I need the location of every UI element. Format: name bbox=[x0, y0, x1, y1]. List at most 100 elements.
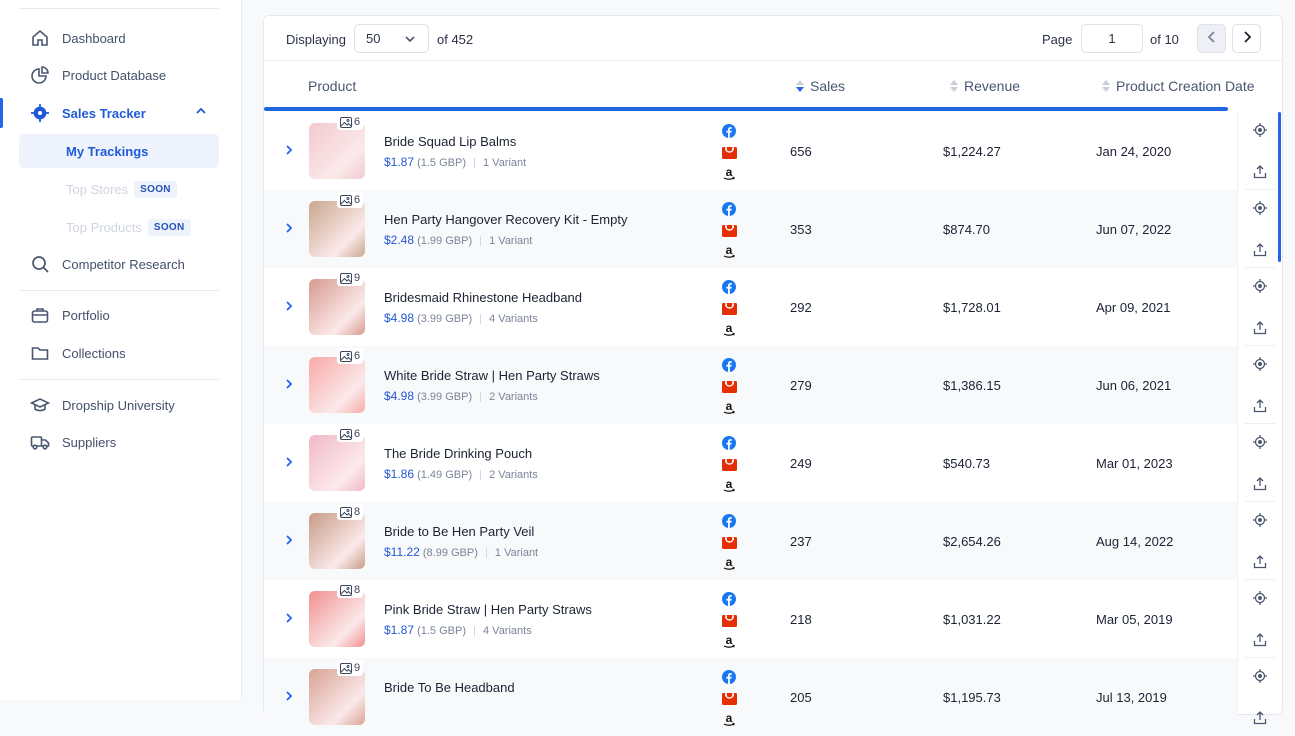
share-export-icon[interactable] bbox=[1252, 710, 1268, 726]
product-name[interactable]: Bride To Be Headband bbox=[384, 680, 515, 695]
track-target-icon[interactable] bbox=[1252, 512, 1268, 528]
track-target-icon[interactable] bbox=[1252, 200, 1268, 216]
share-export-icon[interactable] bbox=[1252, 632, 1268, 648]
product-thumbnail[interactable] bbox=[309, 669, 365, 725]
expand-row-chevron-icon[interactable] bbox=[284, 612, 294, 627]
page-number-input[interactable]: 1 bbox=[1081, 24, 1143, 53]
track-target-icon[interactable] bbox=[1252, 278, 1268, 294]
facebook-icon[interactable] bbox=[721, 123, 737, 139]
meta-divider bbox=[480, 314, 482, 325]
graduation-cap-icon bbox=[29, 394, 51, 416]
expand-row-chevron-icon[interactable] bbox=[284, 690, 294, 705]
facebook-icon[interactable] bbox=[721, 435, 737, 451]
product-thumbnail[interactable] bbox=[309, 435, 365, 491]
product-name[interactable]: Bridesmaid Rhinestone Headband bbox=[384, 290, 582, 305]
product-name[interactable]: Bride Squad Lip Balms bbox=[384, 134, 516, 149]
table-row[interactable]: 9 Bridesmaid Rhinestone Headband $4.98 (3.… bbox=[264, 268, 1237, 346]
sidebar-item-competitor-research[interactable]: Competitor Research bbox=[19, 246, 219, 282]
next-page-button[interactable] bbox=[1232, 24, 1261, 53]
track-target-icon[interactable] bbox=[1252, 434, 1268, 450]
product-name[interactable]: The Bride Drinking Pouch bbox=[384, 446, 532, 461]
sidebar-item-collections[interactable]: Collections bbox=[19, 335, 219, 371]
trackings-panel: Displaying 50 of 452 Page 1 of 10 Produc… bbox=[263, 15, 1283, 736]
share-export-icon[interactable] bbox=[1252, 242, 1268, 258]
table-row[interactable]: 9 Bride To Be Headband a 205 $1,195.73 Jul 13… bbox=[264, 658, 1237, 736]
track-target-icon[interactable] bbox=[1252, 122, 1268, 138]
table-row[interactable]: 6 White Bride Straw | Hen Party Straws $4.… bbox=[264, 346, 1237, 424]
product-variants: 1 Variant bbox=[494, 547, 539, 559]
product-name[interactable]: Bride to Be Hen Party Veil bbox=[384, 524, 534, 539]
share-export-icon[interactable] bbox=[1252, 476, 1268, 492]
aliexpress-icon[interactable] bbox=[721, 534, 737, 550]
column-header-sales[interactable]: Sales bbox=[796, 78, 845, 94]
amazon-icon[interactable]: a bbox=[721, 243, 737, 259]
sidebar-item-portfolio[interactable]: Portfolio bbox=[19, 297, 219, 333]
sidebar-item-suppliers[interactable]: Suppliers bbox=[19, 424, 219, 460]
facebook-icon[interactable] bbox=[721, 357, 737, 373]
aliexpress-icon[interactable] bbox=[721, 456, 737, 472]
table-row[interactable]: 8 Pink Bride Straw | Hen Party Straws $1.8… bbox=[264, 580, 1237, 658]
facebook-icon[interactable] bbox=[721, 513, 737, 529]
share-export-icon[interactable] bbox=[1252, 164, 1268, 180]
sidebar-item-dashboard[interactable]: Dashboard bbox=[19, 20, 219, 56]
amazon-icon[interactable]: a bbox=[721, 399, 737, 415]
sort-icon bbox=[1102, 80, 1110, 92]
previous-page-button[interactable] bbox=[1197, 24, 1226, 53]
expand-row-chevron-icon[interactable] bbox=[284, 222, 294, 237]
sidebar-item-product-database[interactable]: Product Database bbox=[19, 57, 219, 93]
product-thumbnail[interactable] bbox=[309, 357, 365, 413]
share-export-icon[interactable] bbox=[1252, 554, 1268, 570]
product-thumbnail[interactable] bbox=[309, 513, 365, 569]
product-price-gbp: (8.99 GBP) bbox=[422, 547, 478, 559]
aliexpress-icon[interactable] bbox=[721, 690, 737, 706]
facebook-icon[interactable] bbox=[721, 201, 737, 217]
facebook-icon[interactable] bbox=[721, 279, 737, 295]
table-row[interactable]: 6 Hen Party Hangover Recovery Kit - Empty… bbox=[264, 190, 1237, 268]
amazon-icon[interactable]: a bbox=[721, 711, 737, 727]
expand-row-chevron-icon[interactable] bbox=[284, 378, 294, 393]
facebook-icon[interactable] bbox=[721, 669, 737, 685]
share-export-icon[interactable] bbox=[1252, 320, 1268, 336]
product-thumbnail[interactable] bbox=[309, 279, 365, 335]
sidebar-subitem-my-trackings[interactable]: My Trackings bbox=[19, 134, 219, 168]
sidebar-item-dropship-university[interactable]: Dropship University bbox=[19, 387, 219, 423]
sidebar-subitem-top-products[interactable]: Top Products SOON bbox=[19, 210, 219, 244]
table-toolbar: Displaying 50 of 452 Page 1 of 10 bbox=[264, 16, 1282, 61]
product-name[interactable]: White Bride Straw | Hen Party Straws bbox=[384, 368, 600, 383]
chevron-up-icon[interactable] bbox=[195, 105, 207, 120]
amazon-icon[interactable]: a bbox=[721, 555, 737, 571]
sidebar-item-sales-tracker[interactable]: Sales Tracker bbox=[19, 95, 219, 131]
aliexpress-icon[interactable] bbox=[721, 300, 737, 316]
amazon-icon[interactable]: a bbox=[721, 165, 737, 181]
scrollbar-thumb[interactable] bbox=[1278, 112, 1281, 262]
column-header-creation-date[interactable]: Product Creation Date bbox=[1102, 78, 1255, 94]
column-header-revenue[interactable]: Revenue bbox=[950, 78, 1020, 94]
expand-row-chevron-icon[interactable] bbox=[284, 144, 294, 159]
product-name[interactable]: Pink Bride Straw | Hen Party Straws bbox=[384, 602, 592, 617]
aliexpress-icon[interactable] bbox=[721, 222, 737, 238]
track-target-icon[interactable] bbox=[1252, 590, 1268, 606]
actions-divider bbox=[1244, 267, 1276, 268]
aliexpress-icon[interactable] bbox=[721, 612, 737, 628]
product-name[interactable]: Hen Party Hangover Recovery Kit - Empty bbox=[384, 212, 627, 227]
amazon-icon[interactable]: a bbox=[721, 633, 737, 649]
amazon-icon[interactable]: a bbox=[721, 477, 737, 493]
facebook-icon[interactable] bbox=[721, 591, 737, 607]
expand-row-chevron-icon[interactable] bbox=[284, 300, 294, 315]
product-thumbnail[interactable] bbox=[309, 123, 365, 179]
table-row[interactable]: 6 The Bride Drinking Pouch $1.86 (1.49 GBP… bbox=[264, 424, 1237, 502]
sidebar-subitem-top-stores[interactable]: Top Stores SOON bbox=[19, 172, 219, 206]
share-export-icon[interactable] bbox=[1252, 398, 1268, 414]
table-row[interactable]: 8 Bride to Be Hen Party Veil $11.22 (8.99 … bbox=[264, 502, 1237, 580]
product-thumbnail[interactable] bbox=[309, 591, 365, 647]
page-size-select[interactable]: 50 bbox=[354, 24, 429, 53]
track-target-icon[interactable] bbox=[1252, 668, 1268, 684]
table-row[interactable]: 6 Bride Squad Lip Balms $1.87 (1.5 GBP) 1 V… bbox=[264, 112, 1237, 190]
product-thumbnail[interactable] bbox=[309, 201, 365, 257]
track-target-icon[interactable] bbox=[1252, 356, 1268, 372]
amazon-icon[interactable]: a bbox=[721, 321, 737, 337]
aliexpress-icon[interactable] bbox=[721, 144, 737, 160]
aliexpress-icon[interactable] bbox=[721, 378, 737, 394]
expand-row-chevron-icon[interactable] bbox=[284, 534, 294, 549]
expand-row-chevron-icon[interactable] bbox=[284, 456, 294, 471]
